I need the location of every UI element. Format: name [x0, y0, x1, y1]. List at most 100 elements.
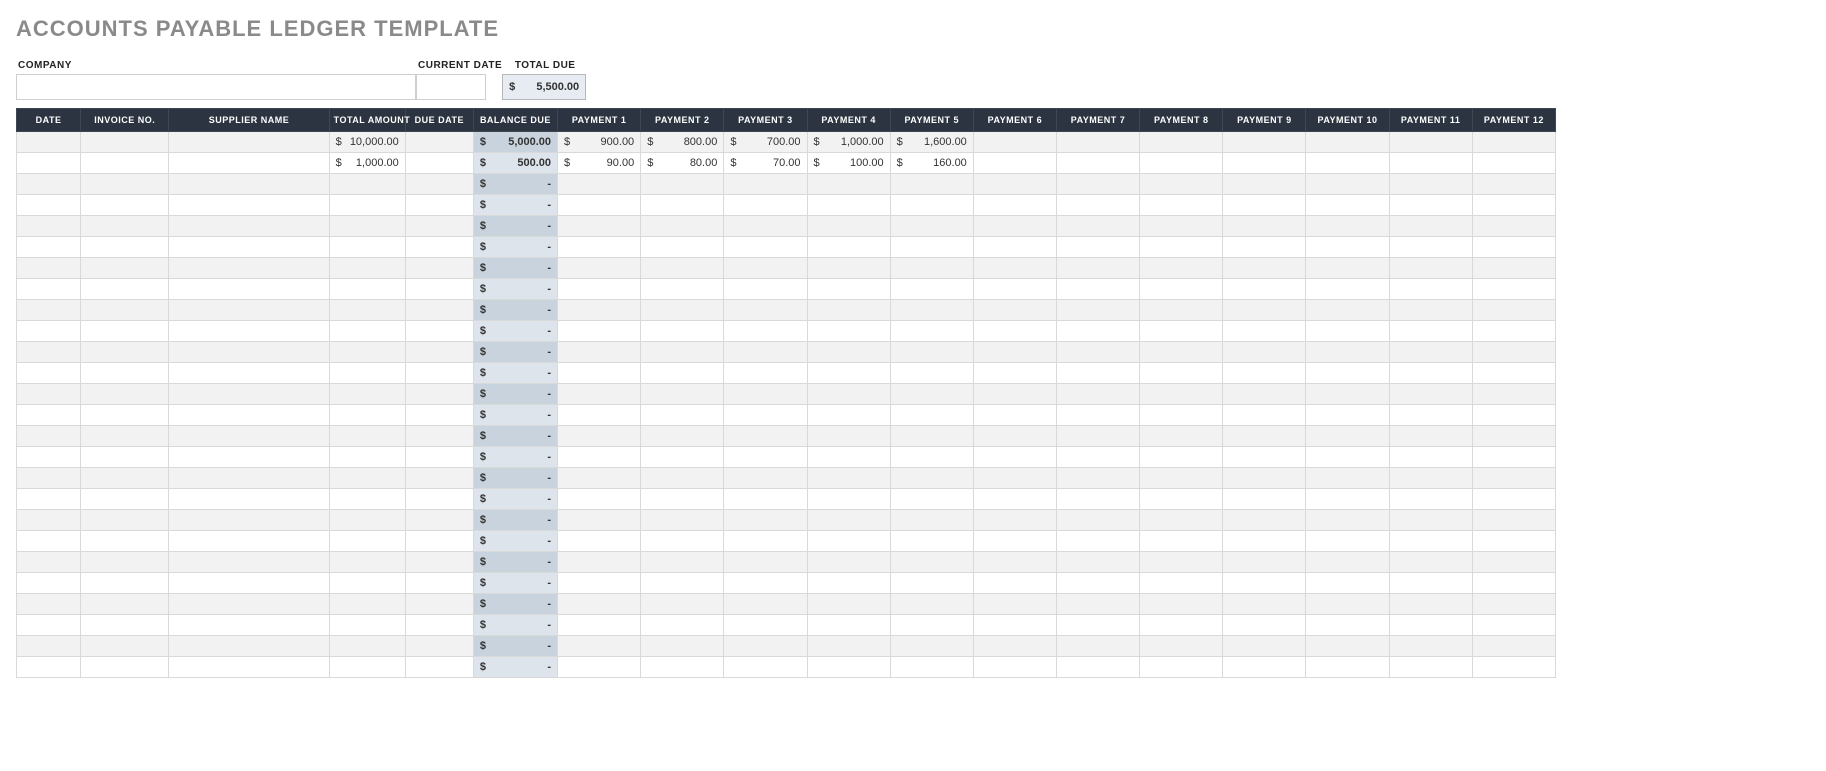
cell-date[interactable]	[17, 426, 81, 447]
cell-invoice-no[interactable]	[81, 342, 169, 363]
cell-payment-4[interactable]	[807, 321, 890, 342]
cell-payment-7[interactable]	[1056, 636, 1139, 657]
cell-balance-due[interactable]: $-	[473, 573, 557, 594]
cell-payment-8[interactable]	[1140, 510, 1223, 531]
cell-payment-10[interactable]	[1306, 636, 1389, 657]
cell-payment-8[interactable]	[1140, 279, 1223, 300]
cell-payment-11[interactable]	[1389, 300, 1472, 321]
cell-payment-5[interactable]	[890, 321, 973, 342]
cell-payment-8[interactable]	[1140, 573, 1223, 594]
cell-payment-10[interactable]	[1306, 363, 1389, 384]
cell-payment-5[interactable]	[890, 405, 973, 426]
cell-payment-9[interactable]	[1223, 531, 1306, 552]
cell-date[interactable]	[17, 447, 81, 468]
cell-payment-11[interactable]	[1389, 489, 1472, 510]
cell-payment-8[interactable]	[1140, 531, 1223, 552]
cell-payment-4[interactable]	[807, 279, 890, 300]
cell-invoice-no[interactable]	[81, 321, 169, 342]
cell-payment-9[interactable]	[1223, 384, 1306, 405]
cell-payment-5[interactable]	[890, 279, 973, 300]
cell-payment-8[interactable]	[1140, 342, 1223, 363]
cell-payment-1[interactable]	[558, 216, 641, 237]
cell-payment-7[interactable]	[1056, 405, 1139, 426]
cell-payment-3[interactable]	[724, 237, 807, 258]
cell-total-amount[interactable]	[329, 489, 405, 510]
cell-supplier-name[interactable]	[169, 489, 329, 510]
cell-payment-3[interactable]	[724, 657, 807, 678]
cell-payment-11[interactable]	[1389, 195, 1472, 216]
cell-due-date[interactable]	[405, 531, 473, 552]
cell-payment-8[interactable]	[1140, 300, 1223, 321]
cell-invoice-no[interactable]	[81, 468, 169, 489]
cell-payment-6[interactable]	[973, 636, 1056, 657]
cell-payment-10[interactable]	[1306, 237, 1389, 258]
cell-payment-4[interactable]: $1,000.00	[807, 132, 890, 153]
cell-payment-11[interactable]	[1389, 342, 1472, 363]
cell-date[interactable]	[17, 300, 81, 321]
cell-payment-11[interactable]	[1389, 468, 1472, 489]
cell-payment-7[interactable]	[1056, 153, 1139, 174]
cell-payment-9[interactable]	[1223, 615, 1306, 636]
cell-supplier-name[interactable]	[169, 321, 329, 342]
cell-invoice-no[interactable]	[81, 195, 169, 216]
cell-payment-12[interactable]	[1472, 489, 1555, 510]
cell-payment-5[interactable]	[890, 174, 973, 195]
cell-due-date[interactable]	[405, 510, 473, 531]
cell-payment-1[interactable]	[558, 195, 641, 216]
cell-invoice-no[interactable]	[81, 153, 169, 174]
cell-payment-10[interactable]	[1306, 405, 1389, 426]
cell-payment-5[interactable]	[890, 447, 973, 468]
cell-due-date[interactable]	[405, 426, 473, 447]
cell-payment-1[interactable]: $900.00	[558, 132, 641, 153]
cell-balance-due[interactable]: $-	[473, 615, 557, 636]
cell-due-date[interactable]	[405, 237, 473, 258]
cell-payment-12[interactable]	[1472, 636, 1555, 657]
cell-payment-8[interactable]	[1140, 174, 1223, 195]
cell-supplier-name[interactable]	[169, 216, 329, 237]
cell-invoice-no[interactable]	[81, 489, 169, 510]
cell-supplier-name[interactable]	[169, 531, 329, 552]
cell-payment-6[interactable]	[973, 489, 1056, 510]
cell-payment-8[interactable]	[1140, 489, 1223, 510]
cell-payment-1[interactable]	[558, 573, 641, 594]
cell-total-amount[interactable]	[329, 636, 405, 657]
cell-balance-due[interactable]: $-	[473, 531, 557, 552]
cell-payment-8[interactable]	[1140, 237, 1223, 258]
cell-payment-6[interactable]	[973, 321, 1056, 342]
cell-due-date[interactable]	[405, 300, 473, 321]
cell-payment-4[interactable]	[807, 615, 890, 636]
cell-payment-5[interactable]	[890, 594, 973, 615]
cell-payment-11[interactable]	[1389, 510, 1472, 531]
cell-payment-4[interactable]	[807, 489, 890, 510]
cell-payment-5[interactable]	[890, 468, 973, 489]
cell-payment-8[interactable]	[1140, 615, 1223, 636]
cell-payment-12[interactable]	[1472, 258, 1555, 279]
cell-payment-8[interactable]	[1140, 405, 1223, 426]
cell-payment-5[interactable]	[890, 384, 973, 405]
cell-payment-10[interactable]	[1306, 573, 1389, 594]
cell-payment-1[interactable]	[558, 342, 641, 363]
cell-supplier-name[interactable]	[169, 342, 329, 363]
cell-payment-3[interactable]	[724, 552, 807, 573]
cell-payment-1[interactable]	[558, 426, 641, 447]
cell-payment-6[interactable]	[973, 447, 1056, 468]
cell-payment-2[interactable]	[641, 384, 724, 405]
cell-date[interactable]	[17, 321, 81, 342]
cell-due-date[interactable]	[405, 216, 473, 237]
cell-due-date[interactable]	[405, 405, 473, 426]
cell-date[interactable]	[17, 258, 81, 279]
cell-payment-2[interactable]	[641, 237, 724, 258]
cell-payment-5[interactable]	[890, 216, 973, 237]
cell-date[interactable]	[17, 363, 81, 384]
cell-date[interactable]	[17, 615, 81, 636]
cell-payment-9[interactable]	[1223, 489, 1306, 510]
cell-payment-1[interactable]	[558, 447, 641, 468]
cell-invoice-no[interactable]	[81, 531, 169, 552]
cell-payment-7[interactable]	[1056, 321, 1139, 342]
cell-balance-due[interactable]: $-	[473, 426, 557, 447]
cell-date[interactable]	[17, 657, 81, 678]
cell-payment-3[interactable]	[724, 384, 807, 405]
cell-payment-7[interactable]	[1056, 552, 1139, 573]
cell-payment-3[interactable]	[724, 195, 807, 216]
cell-due-date[interactable]	[405, 153, 473, 174]
